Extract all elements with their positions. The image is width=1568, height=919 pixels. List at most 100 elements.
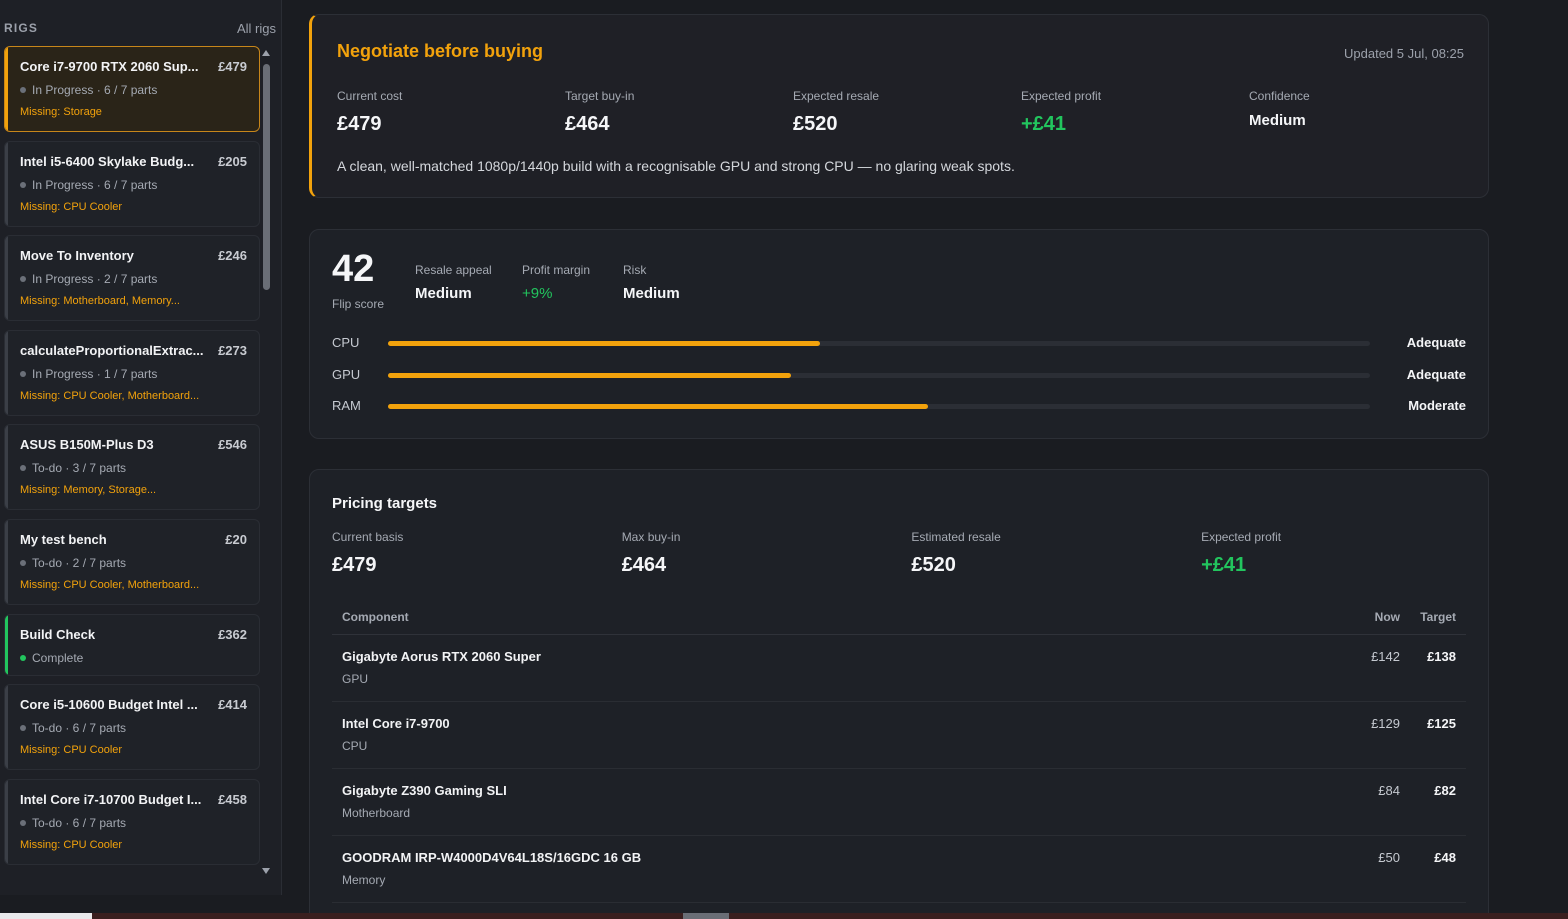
price-target: £138 [1427, 649, 1456, 664]
bar-fill [388, 404, 929, 409]
component-name: Gigabyte Aorus RTX 2060 Super [342, 649, 541, 664]
metric-value: £520 [911, 554, 956, 576]
scrollbar-thumb[interactable] [263, 64, 270, 290]
pricing-metric: Expected profit +£41 [1201, 530, 1491, 577]
rig-status-text: In Progress · 2 / 7 parts [32, 272, 158, 287]
status-dot-icon [20, 819, 26, 826]
price-target: £125 [1427, 716, 1456, 731]
rig-status: To-do · 2 / 7 parts [20, 556, 247, 570]
table-row[interactable]: Intel Core i7-9700 CPU £129 £125 [332, 702, 1466, 769]
metric-value: £520 [793, 113, 838, 135]
rig-name: Move To Inventory [20, 248, 134, 264]
metric-label: Expected profit [1021, 89, 1102, 103]
scroll-down-arrow-icon[interactable] [262, 868, 270, 874]
rig-card[interactable]: My test bench £20 To-do · 2 / 7 parts Mis… [4, 518, 260, 605]
component-type: CPU [342, 739, 368, 753]
rig-status: To-do · 6 / 7 parts [20, 721, 247, 735]
column-now[interactable]: Now [1360, 610, 1400, 624]
metric-label: Estimated resale [911, 530, 1001, 544]
metric-label: Max buy-in [621, 530, 681, 544]
price-target: £82 [1434, 783, 1456, 798]
rig-missing: Missing: Storage [20, 106, 102, 118]
bar-rating: Moderate [1408, 398, 1466, 413]
rig-card[interactable]: ASUS B150M-Plus D3 £546 To-do · 3 / 7 par… [4, 424, 260, 511]
bar-track [388, 341, 1370, 346]
rig-missing: Missing: Memory, Storage... [20, 484, 157, 497]
status-dot-icon [20, 87, 26, 93]
profit-margin-value: +9% [522, 285, 553, 302]
rig-name: Core i7-9700 RTX 2060 Sup... [20, 59, 199, 74]
status-dot-icon [20, 654, 26, 661]
bar-rating: Adequate [1406, 367, 1466, 382]
rig-card[interactable]: Core i5-10600 Budget Intel ... £414 To-do… [4, 684, 260, 771]
scroll-up-arrow-icon[interactable] [262, 50, 270, 56]
price-target: £48 [1434, 850, 1456, 865]
pricing-metrics: Current basis £479 Max buy-in £464 Estim… [332, 530, 1492, 577]
bar-track [388, 404, 1370, 409]
rig-name: My test bench [20, 531, 107, 547]
rig-card[interactable]: Intel Core i7-10700 Budget I... £458 To-d… [4, 778, 260, 865]
table-header: Component Now Target [332, 600, 1466, 635]
metric-value: £464 [565, 113, 610, 135]
flip-score-panel: 42 Flip score Resale appeal Medium Profi… [309, 229, 1489, 439]
status-dot-icon [20, 725, 26, 732]
metric-current-cost: Current cost £479 [337, 89, 565, 136]
table-row[interactable]: Gigabyte Z390 Gaming SLI Motherboard £84 … [332, 769, 1466, 836]
status-dot-icon [20, 181, 26, 188]
column-component[interactable]: Component [342, 610, 1360, 624]
rig-status: Complete [20, 651, 247, 665]
metric-value: £479 [337, 113, 382, 135]
rig-status: To-do · 3 / 7 parts [20, 461, 247, 475]
price-now: £84 [1378, 783, 1400, 798]
sidebar-title: RIGS [4, 21, 39, 35]
rig-status-text: Complete [32, 650, 84, 665]
bar-row-gpu: GPU Adequate [332, 367, 1466, 383]
price-now: £142 [1371, 649, 1400, 664]
verdict-description: A clean, well-matched 1080p/1440p build … [337, 158, 1015, 174]
metric-value: £464 [621, 554, 667, 576]
rig-status-text: To-do · 3 / 7 parts [32, 461, 127, 476]
column-target[interactable]: Target [1400, 610, 1456, 624]
metric-confidence: Confidence Medium [1249, 89, 1477, 136]
bar-rating: Adequate [1406, 335, 1466, 350]
metric-label: Current cost [337, 89, 403, 103]
rig-name: Build Check [20, 626, 96, 642]
component-type: Motherboard [342, 806, 411, 820]
price-now: £129 [1371, 716, 1400, 731]
taskbar-segment [0, 913, 92, 919]
rig-name: calculateProportionalExtrac... [20, 342, 204, 358]
rig-status-text: In Progress · 1 / 7 parts [32, 366, 158, 381]
rig-status-text: To-do · 2 / 7 parts [32, 555, 127, 570]
risk-label: Risk [623, 263, 647, 277]
bar-label: GPU [332, 367, 361, 382]
rig-status: In Progress · 2 / 7 parts [20, 272, 247, 286]
pricing-title: Pricing targets [332, 495, 438, 512]
rig-card[interactable]: Build Check £362 Complete [4, 613, 260, 676]
rig-card[interactable]: Intel i5-6400 Skylake Budg... £205 In Pro… [4, 140, 260, 227]
resale-appeal: Resale appeal Medium [415, 263, 492, 302]
rig-card[interactable]: Core i7-9700 RTX 2060 Sup... £479 In Prog… [4, 46, 260, 132]
rig-status-text: In Progress · 6 / 7 parts [32, 177, 158, 192]
rig-card[interactable]: Move To Inventory £246 In Progress · 2 / … [4, 235, 260, 322]
flip-score-label: Flip score [332, 297, 385, 311]
bar-track [388, 373, 1370, 378]
all-rigs-link[interactable]: All rigs [237, 21, 276, 36]
bar-label: RAM [332, 398, 361, 413]
table-row[interactable]: GOODRAM IRP-W4000D4V64L18S/16GDC 16 GB Me… [332, 836, 1466, 903]
sidebar-scrollbar[interactable] [262, 50, 270, 880]
rig-list: Core i7-9700 RTX 2060 Sup... £479 In Prog… [4, 46, 260, 873]
status-dot-icon [20, 370, 26, 377]
table-row[interactable]: Gigabyte Aorus RTX 2060 Super GPU £142 £1… [332, 635, 1466, 702]
bar-fill [388, 341, 821, 346]
pricing-metric: Max buy-in £464 [622, 530, 912, 577]
metric-value: Medium [1249, 112, 1306, 129]
rig-price: £458 [218, 791, 247, 807]
rig-missing: Missing: CPU Cooler [20, 744, 123, 757]
rig-name: Intel Core i7-10700 Budget I... [20, 791, 202, 807]
metric-label: Current basis [332, 530, 404, 544]
metric-label: Target buy-in [565, 89, 635, 103]
rig-card[interactable]: calculateProportionalExtrac... £273 In Pr… [4, 329, 260, 416]
metric-label: Expected resale [793, 89, 880, 103]
rig-name: Intel i5-6400 Skylake Budg... [20, 153, 195, 169]
risk-value: Medium [623, 285, 680, 302]
